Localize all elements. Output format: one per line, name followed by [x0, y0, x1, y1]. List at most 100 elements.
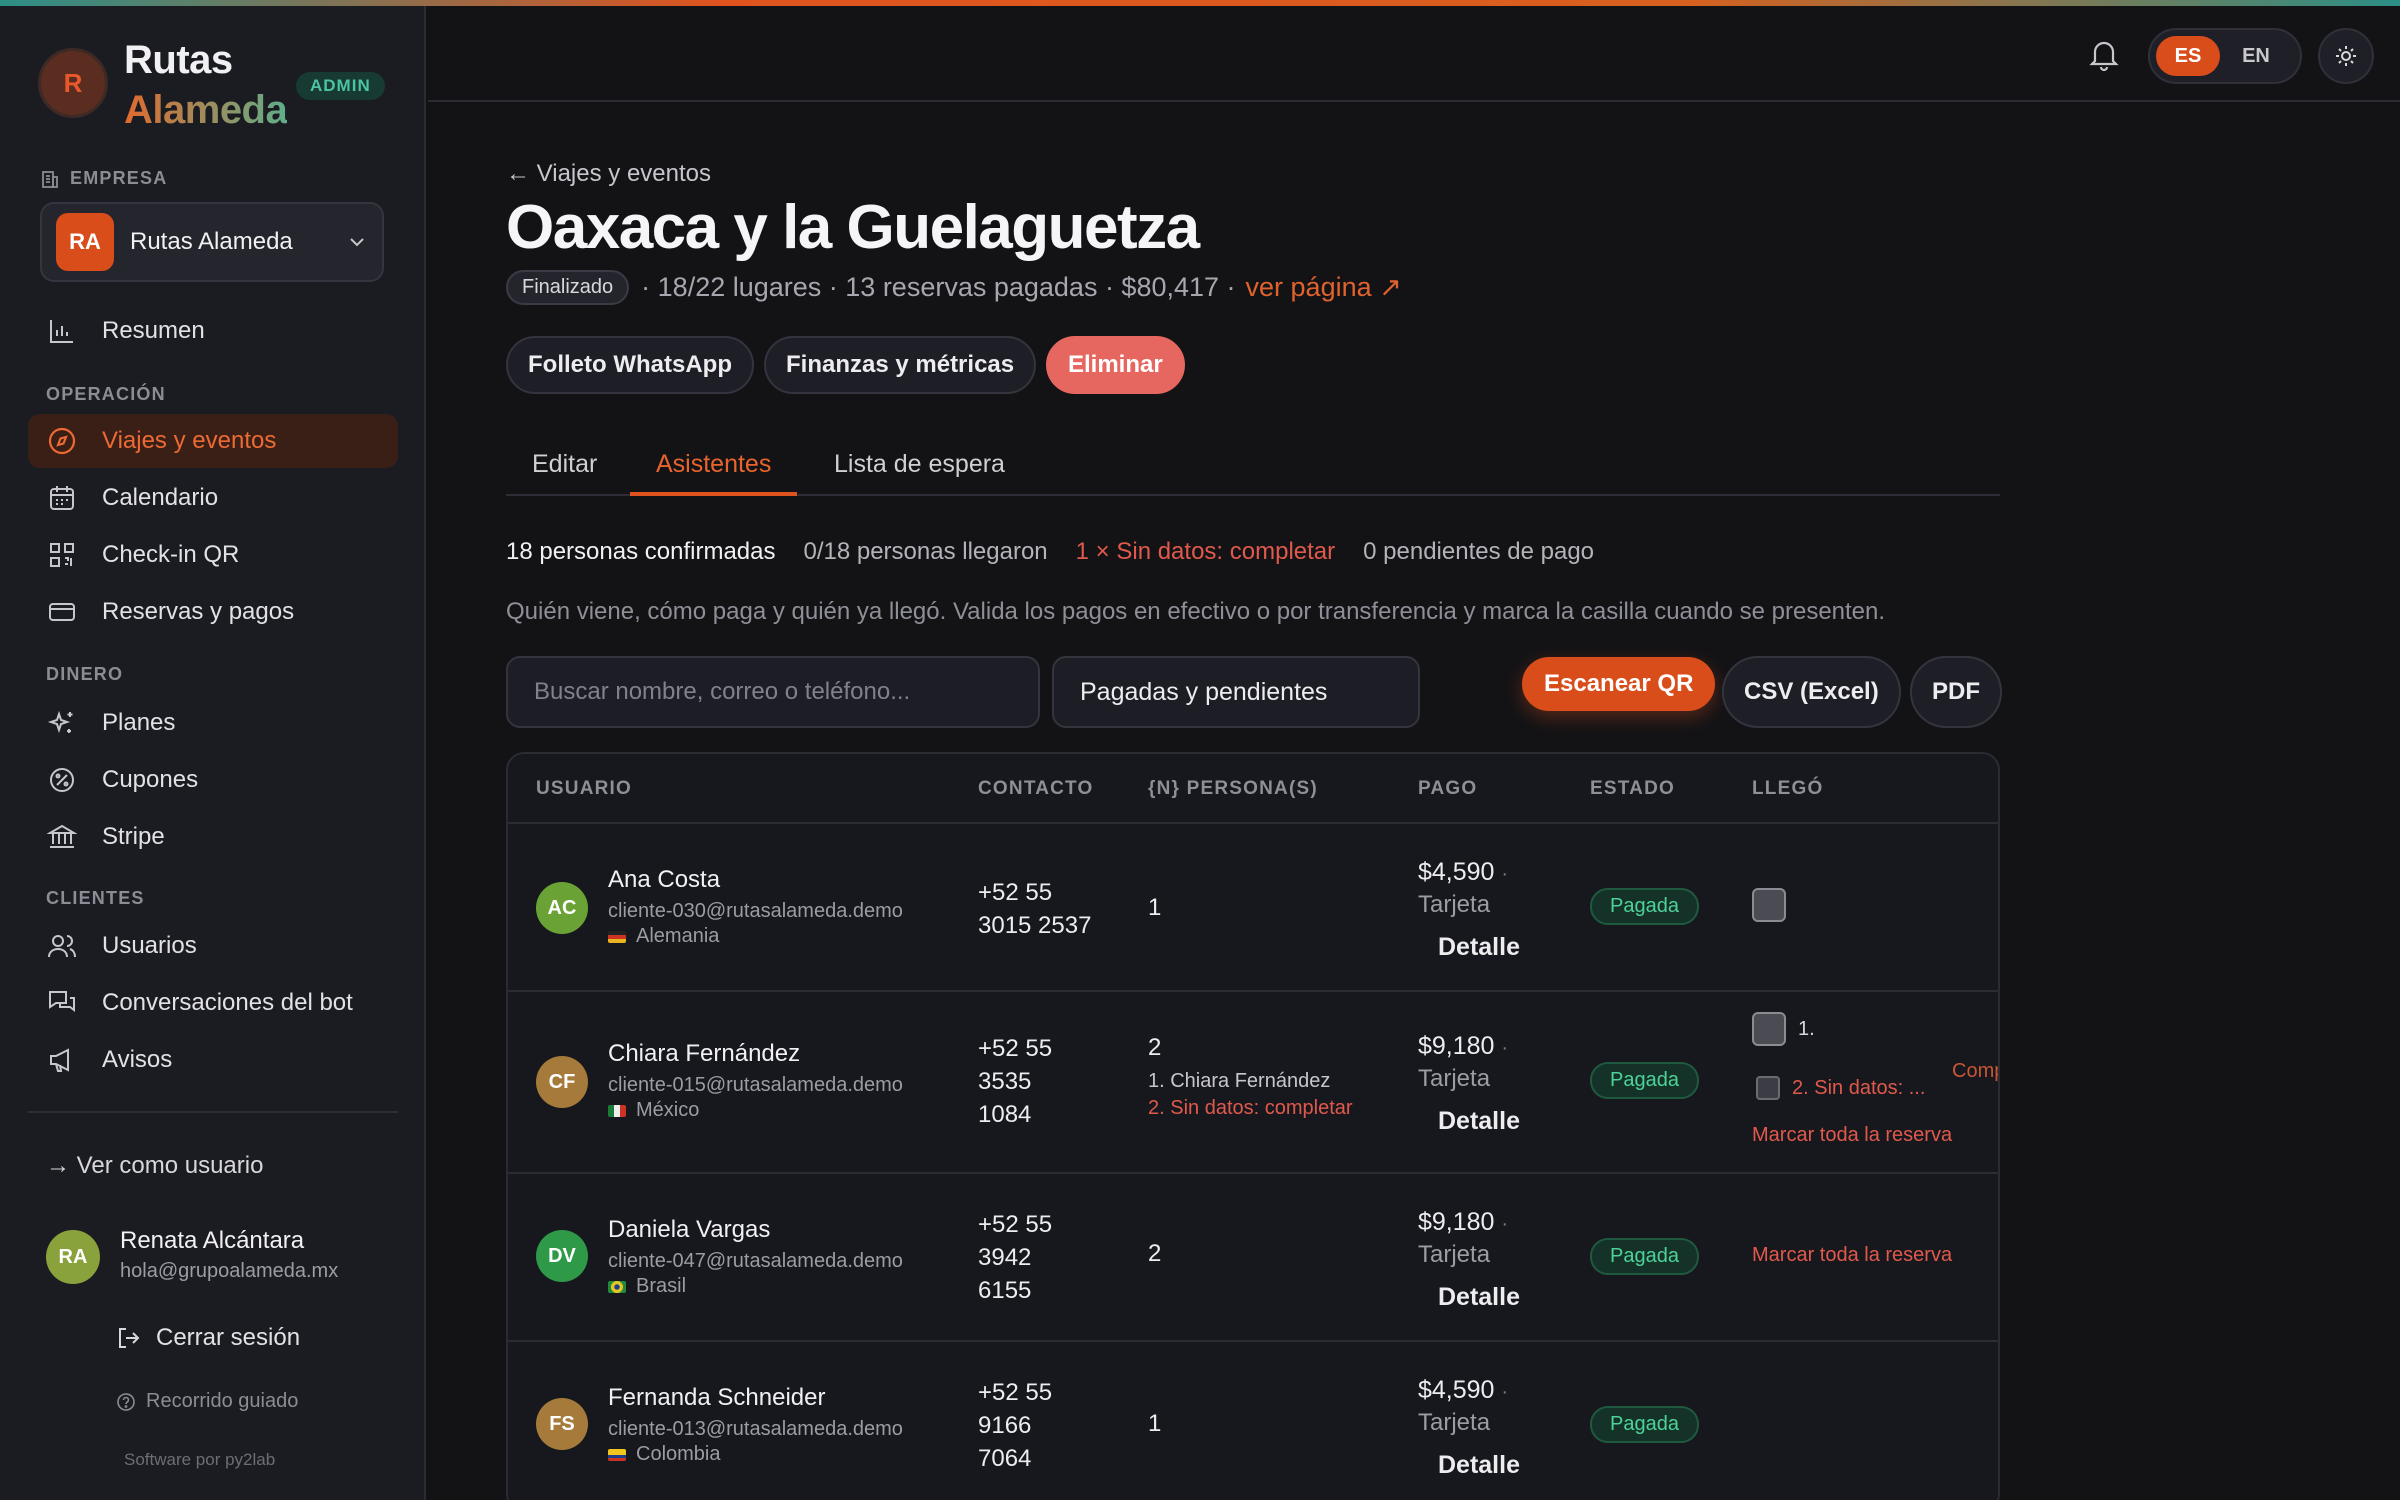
- sidebar-item-calendario[interactable]: Calendario: [28, 471, 398, 525]
- flag-germany-icon: [608, 930, 626, 943]
- company-select[interactable]: RA Rutas Alameda: [40, 202, 384, 282]
- arrived-checkbox[interactable]: [1756, 1076, 1780, 1100]
- attendee-name[interactable]: Ana Costa: [608, 866, 903, 894]
- persons-count: 1: [1148, 894, 1162, 921]
- persons-count: 1: [1148, 1410, 1162, 1437]
- attendee-name[interactable]: Daniela Vargas: [608, 1216, 903, 1244]
- detail-button[interactable]: Detalle: [1438, 1451, 1520, 1480]
- delete-button[interactable]: Eliminar: [1046, 336, 1185, 394]
- tab-edit[interactable]: Editar: [506, 450, 623, 496]
- table-row[interactable]: FS Fernanda Schneider cliente-013@rutasa…: [508, 1342, 1998, 1500]
- help-circle-icon: [117, 1392, 135, 1411]
- table-row[interactable]: CF Chiara Fernández cliente-015@rutasala…: [508, 992, 1998, 1174]
- sidebar-item-planes[interactable]: Planes: [28, 696, 398, 750]
- mark-all-link[interactable]: Marcar toda la reserva: [1752, 1244, 1952, 1267]
- stat-pending: 0 pendientes de pago: [1363, 538, 1595, 565]
- pdf-export-button[interactable]: PDF: [1910, 656, 2002, 728]
- compass-icon: [46, 425, 78, 457]
- sidebar-item-reservas[interactable]: Reservas y pagos: [28, 585, 398, 639]
- building-icon: [42, 170, 58, 188]
- person-entry-missing[interactable]: 2. Sin datos: completar: [1148, 1097, 1353, 1120]
- phone-line: 6155: [978, 1277, 1032, 1304]
- sidebar-item-conversaciones[interactable]: Conversaciones del bot: [28, 976, 398, 1030]
- lang-en-button[interactable]: EN: [2224, 36, 2288, 76]
- lang-es-button[interactable]: ES: [2156, 36, 2220, 76]
- phone-line: +52 55: [978, 1211, 1053, 1238]
- guided-tour-link[interactable]: Recorrido guiado: [116, 1390, 298, 1413]
- tabs: Editar Asistentes Lista de espera: [506, 440, 2000, 496]
- sidebar-item-cupones[interactable]: Cupones: [28, 753, 398, 807]
- phone-line: 9166: [978, 1412, 1032, 1439]
- sidebar-item-summary[interactable]: Resumen: [28, 304, 398, 358]
- column-status: ESTADO: [1590, 778, 1675, 799]
- attendee-name[interactable]: Chiara Fernández: [608, 1040, 903, 1068]
- scan-qr-button[interactable]: Escanear QR: [1522, 657, 1716, 711]
- payment-amount: $9,180: [1418, 1208, 1495, 1236]
- complete-link[interactable]: Comp: [1952, 1060, 1998, 1083]
- person-entry: 1. Chiara Fernández: [1148, 1070, 1331, 1092]
- company-label: EMPRESA: [40, 168, 167, 189]
- status-badge: Finalizado: [506, 270, 630, 305]
- column-payment: PAGO: [1418, 778, 1478, 799]
- language-toggle[interactable]: ES EN: [2148, 28, 2302, 84]
- table-row[interactable]: AC Ana Costa cliente-030@rutasalameda.de…: [508, 824, 1998, 992]
- sidebar-item-viajes[interactable]: Viajes y eventos: [28, 414, 398, 468]
- arrival-person-label: 1.: [1798, 1017, 1815, 1040]
- sidebar-item-stripe[interactable]: Stripe: [28, 810, 398, 864]
- attendee-name[interactable]: Fernanda Schneider: [608, 1384, 903, 1412]
- payment-filter-select[interactable]: Pagadas y pendientes: [1052, 656, 1420, 728]
- bell-icon: [2089, 41, 2119, 72]
- back-link[interactable]: ← Viajes y eventos: [506, 160, 711, 188]
- column-arrived: LLEGÓ: [1752, 778, 1824, 799]
- detail-button[interactable]: Detalle: [1438, 933, 1520, 962]
- theme-toggle-button[interactable]: [2318, 28, 2374, 84]
- sparkles-icon: [46, 707, 78, 739]
- avatar: CF: [536, 1056, 588, 1108]
- qr-code-icon: [46, 539, 78, 571]
- phone-line: 1084: [978, 1101, 1032, 1128]
- arrived-checkbox[interactable]: [1752, 1012, 1786, 1046]
- sidebar-item-checkin[interactable]: Check-in QR: [28, 528, 398, 582]
- section-clientes: CLIENTES: [46, 888, 145, 908]
- attendee-email: cliente-030@rutasalameda.demo: [608, 900, 903, 922]
- attendees-description: Quién viene, cómo paga y quién ya llegó.…: [506, 598, 1886, 625]
- logout-button[interactable]: Cerrar sesión: [116, 1324, 300, 1352]
- phone-line: 3535: [978, 1068, 1032, 1095]
- company-avatar: RA: [56, 213, 114, 271]
- bank-icon: [46, 821, 78, 853]
- detail-button[interactable]: Detalle: [1438, 1107, 1520, 1136]
- page-title: Oaxaca y la Guelaguetza: [506, 193, 1200, 262]
- notifications-button[interactable]: [2086, 36, 2126, 76]
- detail-button[interactable]: Detalle: [1438, 1283, 1520, 1312]
- mark-all-link[interactable]: Marcar toda la reserva: [1752, 1124, 1952, 1147]
- stat-confirmed: 18 personas confirmadas: [506, 538, 776, 565]
- admin-badge: ADMIN: [296, 72, 385, 100]
- stat-missing-data[interactable]: 1 × Sin datos: completar: [1076, 538, 1335, 566]
- coupon-icon: [46, 764, 78, 796]
- sidebar-item-usuarios[interactable]: Usuarios: [28, 919, 398, 973]
- chat-icon: [46, 987, 78, 1019]
- attendee-email: cliente-015@rutasalameda.demo: [608, 1074, 903, 1096]
- view-as-user-link[interactable]: → Ver como usuario: [46, 1152, 263, 1180]
- sidebar-item-avisos[interactable]: Avisos: [28, 1033, 398, 1087]
- view-page-link[interactable]: ver página ↗: [1246, 272, 1402, 303]
- search-input[interactable]: [506, 656, 1040, 728]
- csv-export-button[interactable]: CSV (Excel): [1722, 656, 1901, 728]
- top-accent-line: [0, 0, 2400, 6]
- whatsapp-flyer-button[interactable]: Folleto WhatsApp: [506, 336, 754, 394]
- megaphone-icon: [46, 1044, 78, 1076]
- avatar: FS: [536, 1398, 588, 1450]
- attendee-country: Colombia: [636, 1443, 721, 1465]
- payment-method: Tarjeta: [1418, 1065, 1491, 1092]
- finance-metrics-button[interactable]: Finanzas y métricas: [764, 336, 1037, 394]
- arrived-checkbox[interactable]: [1752, 888, 1786, 922]
- column-persons: {N} PERSONA(S): [1148, 778, 1318, 799]
- table-row[interactable]: DV Daniela Vargas cliente-047@rutasalame…: [508, 1174, 1998, 1342]
- attendee-email: cliente-047@rutasalameda.demo: [608, 1250, 903, 1272]
- tab-waitlist[interactable]: Lista de espera: [808, 450, 1031, 496]
- calendar-icon: [46, 482, 78, 514]
- status-badge: Pagada: [1590, 1062, 1699, 1099]
- brand[interactable]: R Rutas Alameda ADMIN: [38, 38, 398, 138]
- tab-attendees[interactable]: Asistentes: [630, 450, 798, 496]
- payment-amount: $4,590: [1418, 1376, 1495, 1404]
